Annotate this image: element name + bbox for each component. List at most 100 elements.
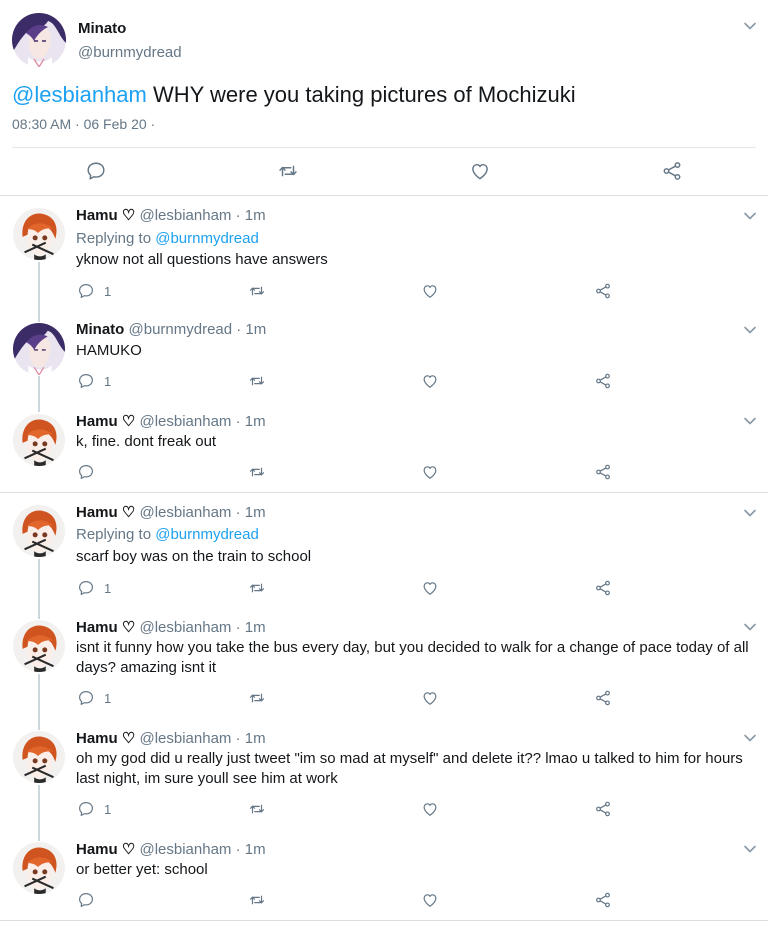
reply-tweet[interactable]: Hamu ♡ @lesbianham · 1m isnt it funny ho… xyxy=(0,607,768,718)
share-icon[interactable] xyxy=(594,891,612,909)
author-name[interactable]: Minato xyxy=(76,321,124,338)
chevron-down-icon[interactable] xyxy=(742,730,758,746)
share-icon[interactable] xyxy=(594,689,612,707)
mention-link[interactable]: @burnmydread xyxy=(155,230,259,247)
reply-header: Hamu ♡ @lesbianham · 1m xyxy=(76,206,266,224)
heart-icon[interactable] xyxy=(421,463,439,481)
heart-icon[interactable] xyxy=(421,579,439,597)
chevron-down-icon[interactable] xyxy=(742,322,758,338)
reply-tweet[interactable]: Hamu ♡ @lesbianham · 1m Replying to @bur… xyxy=(0,493,768,607)
reply-icon[interactable] xyxy=(77,800,95,818)
hamu-avatar-icon xyxy=(13,842,65,894)
reply-icon[interactable] xyxy=(77,282,95,300)
author-name[interactable]: Hamu ♡ xyxy=(76,730,135,747)
reply-icon[interactable] xyxy=(85,160,107,182)
author-meta: @lesbianham · 1m xyxy=(135,207,266,224)
reply-icon[interactable] xyxy=(77,891,95,909)
share-icon[interactable] xyxy=(594,579,612,597)
author-name[interactable]: Minato xyxy=(78,20,126,37)
author-handle[interactable]: @burnmydread xyxy=(78,44,182,61)
reply-header: Hamu ♡ @lesbianham · 1m xyxy=(76,503,266,521)
reply-text: HAMUKO xyxy=(76,342,142,359)
avatar[interactable] xyxy=(13,414,65,466)
share-icon[interactable] xyxy=(594,372,612,390)
reply-tweet[interactable]: Hamu ♡ @lesbianham · 1m or better yet: s… xyxy=(0,829,768,920)
author-name[interactable]: Hamu ♡ xyxy=(76,413,135,430)
retweet-icon[interactable] xyxy=(248,463,266,481)
author-name[interactable]: Hamu ♡ xyxy=(76,207,135,224)
reply-tweet[interactable]: Hamu ♡ @lesbianham · 1m k, fine. dont fr… xyxy=(0,401,768,492)
reply-icon[interactable] xyxy=(77,372,95,390)
avatar[interactable] xyxy=(13,842,65,894)
main-tweet: Minato @burnmydread @lesbianham WHY were… xyxy=(0,0,768,196)
chevron-down-icon[interactable] xyxy=(742,413,758,429)
avatar[interactable] xyxy=(13,505,65,557)
author-meta: @lesbianham · 1m xyxy=(135,730,266,747)
reply-header: Hamu ♡ @lesbianham · 1m xyxy=(76,729,266,747)
reply-count: 1 xyxy=(104,374,112,389)
heart-icon[interactable] xyxy=(421,282,439,300)
reply-icon[interactable] xyxy=(77,689,95,707)
reply-header: Minato @burnmydread · 1m xyxy=(76,321,266,338)
mention-link[interactable]: @burnmydread xyxy=(155,526,259,543)
reply-header: Hamu ♡ @lesbianham · 1m xyxy=(76,840,266,858)
replying-prefix: Replying to xyxy=(76,230,156,247)
retweet-icon[interactable] xyxy=(248,282,266,300)
reply-text: k, fine. dont freak out xyxy=(76,433,217,450)
tweet-timestamp: 08:30 AM · 06 Feb 20 · xyxy=(12,116,156,132)
author-name[interactable]: Hamu ♡ xyxy=(76,841,135,858)
reply-count: 1 xyxy=(104,581,112,596)
reply-tweet[interactable]: Minato @burnmydread · 1m HAMUKO 1 xyxy=(0,310,768,401)
avatar[interactable] xyxy=(13,731,65,783)
share-icon[interactable] xyxy=(594,282,612,300)
minato-avatar-icon xyxy=(13,323,65,375)
author-meta: @lesbianham · 1m xyxy=(135,841,266,858)
heart-icon[interactable] xyxy=(421,689,439,707)
retweet-icon[interactable] xyxy=(277,160,299,182)
heart-icon[interactable] xyxy=(421,891,439,909)
chevron-down-icon[interactable] xyxy=(742,619,758,635)
reply-icon[interactable] xyxy=(77,463,95,481)
chevron-down-icon[interactable] xyxy=(742,18,758,34)
reply-text: scarf boy was on the train to school xyxy=(76,548,312,565)
author-meta: @lesbianham · 1m xyxy=(135,413,266,430)
replying-prefix: Replying to xyxy=(76,526,156,543)
retweet-icon[interactable] xyxy=(248,800,266,818)
share-icon[interactable] xyxy=(661,160,683,182)
retweet-icon[interactable] xyxy=(248,579,266,597)
chevron-down-icon[interactable] xyxy=(742,505,758,521)
reply-tweet[interactable]: Hamu ♡ @lesbianham · 1m oh my god did u … xyxy=(0,718,768,829)
reply-icon[interactable] xyxy=(77,579,95,597)
avatar[interactable] xyxy=(13,620,65,672)
replying-to: Replying to @burnmydread xyxy=(76,526,259,543)
heart-icon[interactable] xyxy=(469,160,491,182)
reply-header: Hamu ♡ @lesbianham · 1m xyxy=(76,618,266,636)
author-name[interactable]: Hamu ♡ xyxy=(76,504,135,521)
heart-icon[interactable] xyxy=(421,372,439,390)
reply-text: isnt it funny how you take the bus every… xyxy=(76,639,749,676)
hamu-avatar-icon xyxy=(13,731,65,783)
retweet-icon[interactable] xyxy=(248,372,266,390)
reply-header: Hamu ♡ @lesbianham · 1m xyxy=(76,412,266,430)
author-meta: @lesbianham · 1m xyxy=(135,504,266,521)
hamu-avatar-icon xyxy=(13,620,65,672)
retweet-icon[interactable] xyxy=(248,689,266,707)
mention-link[interactable]: @lesbianham xyxy=(12,82,147,107)
tweet-text-body: WHY were you taking pictures of Mochizuk… xyxy=(146,82,576,107)
reply-count: 1 xyxy=(104,284,112,299)
author-meta: @lesbianham · 1m xyxy=(135,619,266,636)
tweet-actions xyxy=(0,148,768,195)
reply-text: yknow not all questions have answers xyxy=(76,251,328,268)
reply-tweet[interactable]: Hamu ♡ @lesbianham · 1m Replying to @bur… xyxy=(0,196,768,310)
replying-to: Replying to @burnmydread xyxy=(76,230,259,247)
author-name[interactable]: Hamu ♡ xyxy=(76,619,135,636)
heart-icon[interactable] xyxy=(421,800,439,818)
share-icon[interactable] xyxy=(594,800,612,818)
chevron-down-icon[interactable] xyxy=(742,208,758,224)
share-icon[interactable] xyxy=(594,463,612,481)
avatar[interactable] xyxy=(13,323,65,375)
chevron-down-icon[interactable] xyxy=(742,841,758,857)
avatar[interactable] xyxy=(12,13,66,67)
retweet-icon[interactable] xyxy=(248,891,266,909)
avatar[interactable] xyxy=(13,208,65,260)
